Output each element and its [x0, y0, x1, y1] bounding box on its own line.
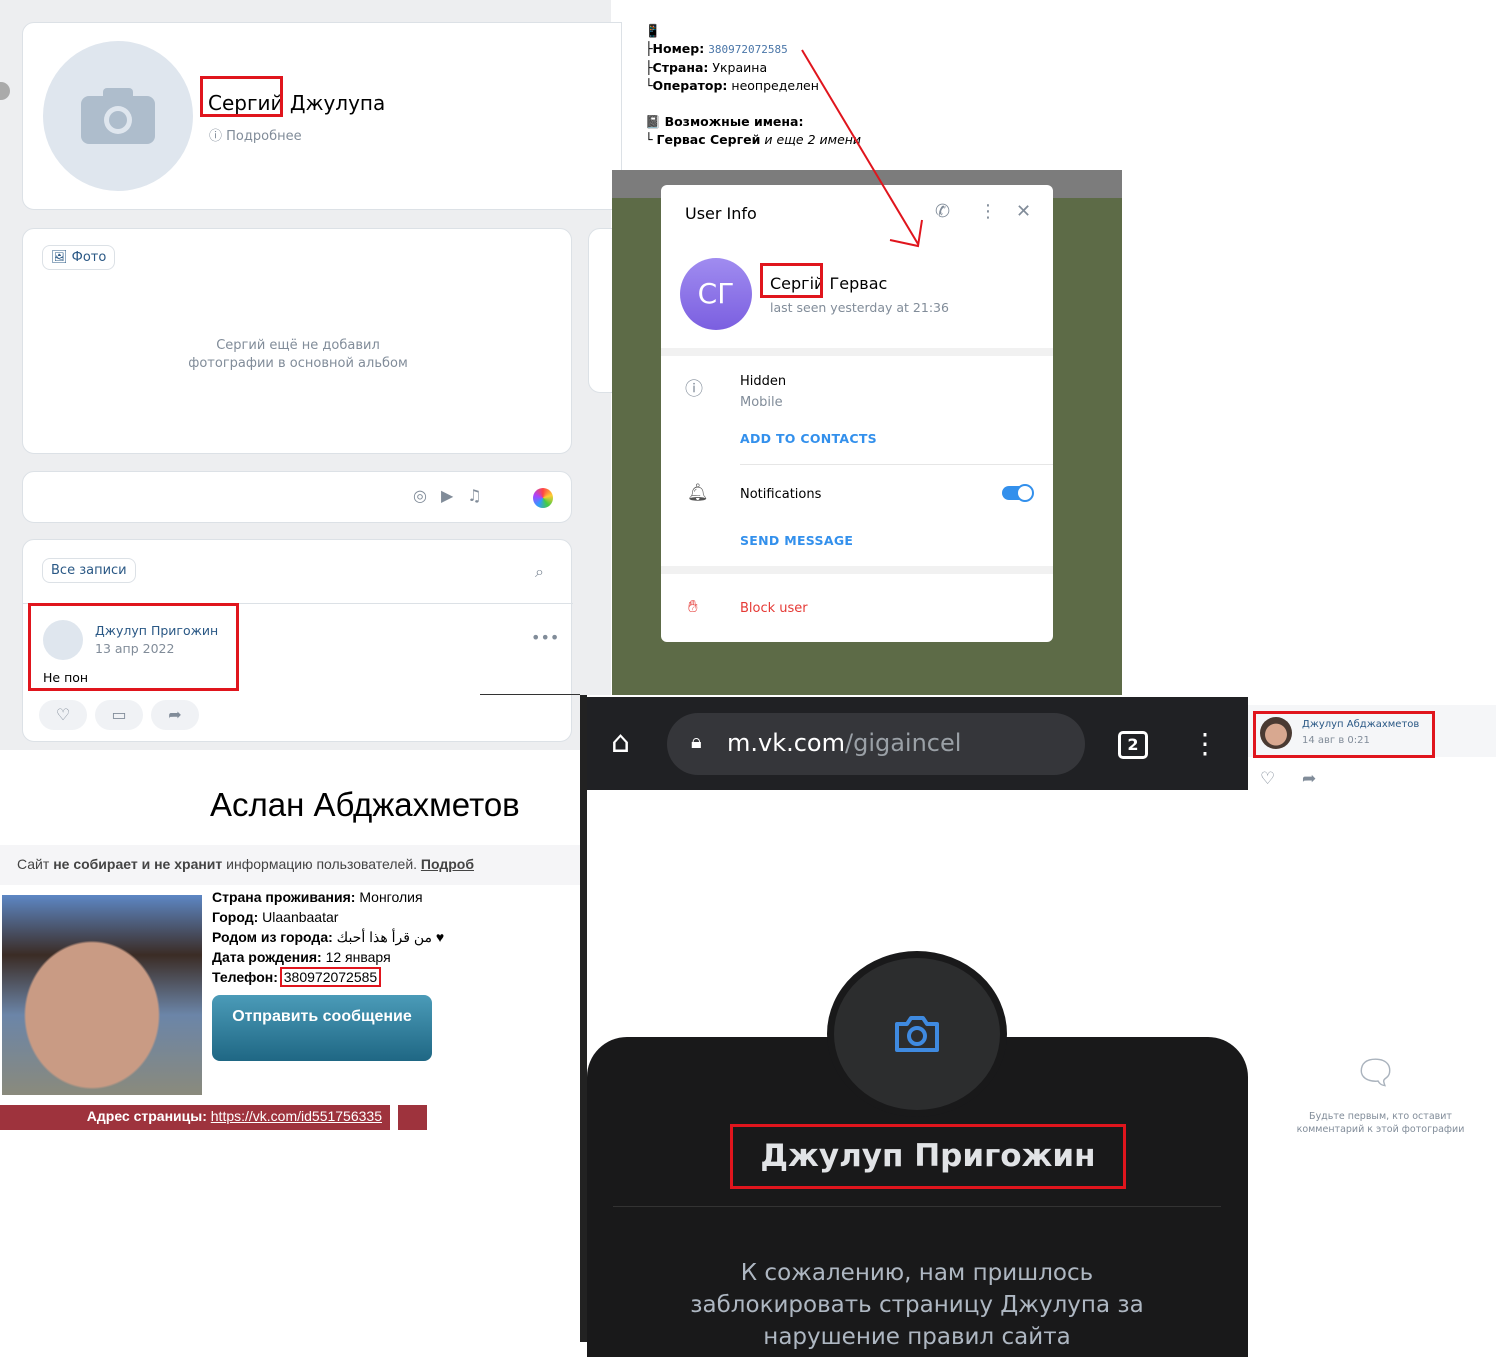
browser-bar: ⌂ 🔒︎ m.vk.com/gigaincel 2 ⋮ [587, 697, 1248, 790]
menu-icon[interactable]: ⋮ [1191, 727, 1219, 760]
url-bar[interactable]: 🔒︎ m.vk.com/gigaincel [667, 713, 1085, 775]
avatar [827, 951, 1007, 1117]
profile-photo [2, 895, 202, 1095]
annotation-arrow [801, 49, 923, 248]
send-message-button[interactable]: Отправить сообщение [212, 995, 432, 1061]
profile-name: Джулуп Пригожин [730, 1124, 1126, 1189]
blocked-message: К сожалению, нам пришлось заблокировать … [690, 1260, 1144, 1350]
address-bar: Адрес страницы: https://vk.com/id5517563… [0, 1105, 390, 1130]
person-name: Аслан Абджахметов [210, 786, 520, 823]
lock-icon: 🔒︎ [691, 729, 702, 753]
home-icon[interactable]: ⌂ [611, 725, 630, 760]
mobile-screen: ⌂ 🔒︎ m.vk.com/gigaincel 2 ⋮ Джулуп Пригож… [580, 695, 1248, 1357]
like-icon[interactable]: ♡ [1260, 769, 1275, 789]
address-link[interactable]: https://vk.com/id551756335 [211, 1108, 382, 1124]
more-link[interactable]: Подроб [421, 856, 474, 872]
share-icon[interactable]: ➦ [1302, 769, 1316, 789]
tabs-button[interactable]: 2 [1118, 731, 1148, 759]
info-fields: Страна проживания: Монголия Город: Ulaan… [212, 889, 445, 987]
lookup-site: Аслан Абджахметов Сайт не собирает и не … [0, 750, 697, 1342]
comment-icon[interactable]: ▭ [95, 700, 143, 730]
camera-icon [895, 1016, 939, 1052]
comments-icon: 🗨︎ [1354, 1053, 1398, 1093]
empty-comments-text: Будьте первым, кто оставит комментарий к… [1296, 1111, 1465, 1135]
like-icon[interactable]: ♡ [39, 700, 87, 730]
share-icon[interactable]: ➦ [151, 700, 199, 730]
photo-post-panel: Джулуп Абджахметов 14 авг в 0:21 ♡ ➦ 🗨︎ … [1248, 705, 1496, 1342]
